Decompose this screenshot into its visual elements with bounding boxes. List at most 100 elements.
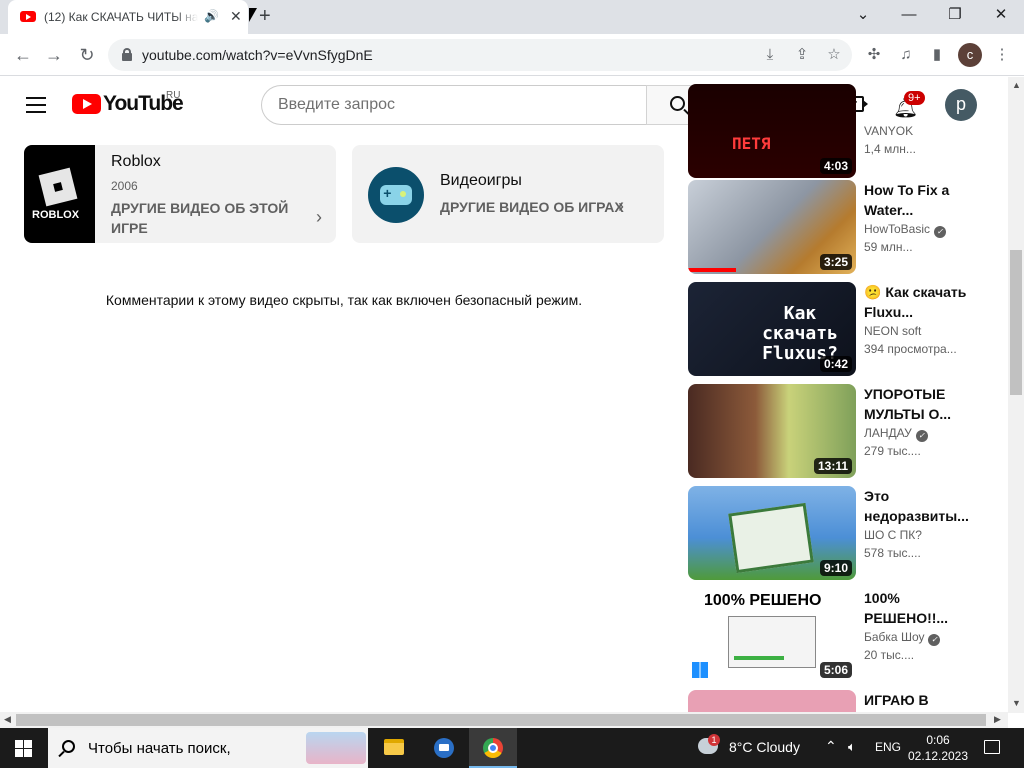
verified-check-icon: ✓ [934, 226, 947, 238]
share-icon[interactable]: ⇪ [792, 45, 812, 65]
browser-toolbar: ← → ↻ youtube.com/watch?v=eVvnSfygDnE ⤓ … [0, 34, 1024, 76]
horizontal-scroll-thumb[interactable] [16, 714, 986, 726]
install-app-icon[interactable]: ⤓ [760, 45, 780, 65]
video-thumbnail[interactable]: 9:10 [688, 486, 856, 580]
videogames-title: Видеоигры [440, 172, 522, 189]
recommended-video-5[interactable]: 9:10 Это недоразвиты... ШО С ПК? 578 тыс… [688, 486, 998, 580]
video-title[interactable]: УПОРОТЫЕ МУЛЬТЫ О... [864, 384, 968, 424]
gamepad-icon [368, 167, 424, 223]
video-thumbnail[interactable]: ПЕТЯ 4:03 [688, 84, 856, 178]
taskbar-thunderbird[interactable] [420, 728, 468, 768]
browser-tab[interactable]: (12) Как СКАЧАТЬ ЧИТЫ на 🔊 ✕ [8, 0, 248, 34]
channel-name[interactable]: ЛАНДАУ ✓ [864, 426, 974, 442]
taskbar-file-explorer[interactable] [370, 728, 418, 768]
search-icon [62, 740, 75, 753]
taskbar-chrome[interactable] [469, 728, 517, 768]
roblox-more-videos-link[interactable]: ДРУГИЕ ВИДЕО ОБ ЭТОЙ ИГРЕ [111, 198, 301, 238]
windows-start-icon[interactable] [15, 740, 32, 757]
audio-playing-icon[interactable]: 🔊 [204, 9, 219, 23]
videogames-more-videos-link[interactable]: ДРУГИЕ ВИДЕО ОБ ИГРАХ [440, 197, 624, 217]
recommended-video-3[interactable]: Как скачать Fluxus? 0:42 😕 Как скачать F… [688, 282, 998, 376]
tab-close-icon[interactable]: ✕ [230, 8, 242, 25]
url-text[interactable]: youtube.com/watch?v=eVvnSfygDnE [142, 47, 373, 63]
view-count: 59 млн... [864, 240, 913, 254]
scroll-right-arrow-icon[interactable]: ▶ [994, 714, 1001, 725]
channel-name[interactable]: Бабка Шоу ✓ [864, 630, 974, 646]
new-tab-button[interactable]: + [259, 5, 271, 28]
back-button[interactable]: ← [12, 44, 34, 66]
video-title[interactable]: Это недоразвиты... [864, 486, 969, 526]
windows-logo-icon [692, 662, 708, 678]
taskbar-clock[interactable]: 0:06 02.12.2023 [905, 732, 971, 764]
country-code: RU [166, 90, 181, 101]
video-title[interactable]: ИГРАЮ В [864, 690, 968, 710]
video-title[interactable]: 😕 Как скачать Fluxu... [864, 282, 968, 322]
watch-progress-bar [688, 268, 736, 272]
side-panel-icon[interactable]: ▮ [927, 45, 947, 65]
video-title[interactable]: 100% РЕШЕНО!!... [864, 588, 968, 628]
close-window-button[interactable]: ✕ [986, 4, 1016, 28]
mouse-cursor-icon [249, 8, 257, 22]
video-thumbnail[interactable]: 13:11 [688, 384, 856, 478]
extensions-puzzle-icon[interactable]: ✣ [864, 45, 884, 65]
tab-search-chevron-icon[interactable]: ⌄ [848, 4, 878, 28]
tux-screen-image [728, 502, 814, 574]
vertical-scrollbar[interactable] [1008, 77, 1024, 713]
recommended-video-2[interactable]: 3:25 How To Fix a Water... HowToBasic ✓ 5… [688, 180, 998, 274]
mail-app-icon [434, 738, 454, 758]
volume-icon[interactable]: 🔈︎ [848, 739, 856, 755]
clock-date: 02.12.2023 [907, 749, 969, 763]
tray-chevron-up-icon[interactable]: ⌃ [825, 738, 837, 755]
youtube-logo-icon[interactable] [72, 94, 101, 114]
video-thumbnail[interactable]: Как скачать Fluxus? 0:42 [688, 282, 856, 376]
chrome-icon [483, 738, 503, 758]
windows-taskbar: Чтобы начать поиск, 1 8°C Cloudy ⌃ 🔈︎ EN… [0, 728, 1024, 768]
view-count: 1,4 млн... [864, 142, 916, 156]
recommended-video-1[interactable]: ПЕТЯ 4:03 VANYOK 1,4 млн... [688, 84, 998, 178]
media-controls-icon[interactable]: ♫ [896, 45, 916, 65]
comments-disabled-notice: Комментарии к этому видео скрыты, так ка… [105, 292, 583, 308]
recommended-video-7[interactable]: ИГРАЮ В [688, 690, 998, 712]
scroll-left-arrow-icon[interactable]: ◀ [4, 714, 11, 725]
thumbnail-caption: ПЕТЯ [732, 134, 771, 153]
roblox-game-card[interactable]: ROBLOX Roblox 2006 ДРУГИЕ ВИДЕО ОБ ЭТОЙ … [24, 145, 336, 243]
browser-profile-avatar[interactable]: c [958, 43, 982, 67]
channel-name[interactable]: VANYOK [864, 124, 974, 138]
channel-name[interactable]: ШО С ПК? [864, 528, 974, 542]
search-box [261, 85, 647, 125]
browser-menu-icon[interactable]: ⋮ [992, 45, 1012, 65]
channel-name[interactable]: HowToBasic ✓ [864, 222, 974, 238]
notification-center-icon[interactable] [984, 740, 1000, 754]
address-bar[interactable]: youtube.com/watch?v=eVvnSfygDnE ⤓ ⇪ ☆ [108, 39, 852, 71]
scroll-down-arrow-icon[interactable]: ▼ [1012, 698, 1021, 708]
lock-icon[interactable] [122, 48, 132, 61]
reload-button[interactable]: ↻ [76, 44, 98, 66]
video-title[interactable]: How To Fix a Water... [864, 180, 968, 220]
minimize-button[interactable]: — [894, 4, 924, 28]
roblox-title: Roblox [111, 153, 161, 170]
channel-name[interactable]: NEON soft [864, 324, 974, 338]
recommended-video-4[interactable]: 13:11 УПОРОТЫЕ МУЛЬТЫ О... ЛАНДАУ ✓ 279 т… [688, 384, 998, 478]
video-thumbnail[interactable]: 3:25 [688, 180, 856, 274]
thumbnail-caption: Как скачать Fluxus? [762, 303, 838, 364]
vertical-scroll-thumb[interactable] [1010, 250, 1022, 395]
input-language[interactable]: ENG [875, 740, 901, 754]
chevron-right-icon: › [618, 196, 624, 216]
view-count: 578 тыс.... [864, 546, 921, 560]
search-input[interactable] [278, 96, 628, 114]
taskbar-search-box[interactable]: Чтобы начать поиск, [48, 728, 368, 768]
forward-button[interactable]: → [43, 44, 65, 66]
guide-menu-icon[interactable] [26, 97, 46, 113]
taskbar-search-placeholder: Чтобы начать поиск, [88, 740, 231, 757]
scroll-up-arrow-icon[interactable]: ▲ [1012, 80, 1021, 90]
videogames-card[interactable]: Видеоигры ДРУГИЕ ВИДЕО ОБ ИГРАХ › [352, 145, 664, 243]
recommended-video-6[interactable]: 100% РЕШЕНО 5:06 100% РЕШЕНО!!... Бабка … [688, 588, 998, 682]
weather-text[interactable]: 8°C Cloudy [729, 739, 800, 755]
search-highlight-image [306, 732, 366, 764]
bookmark-star-icon[interactable]: ☆ [824, 45, 844, 65]
video-thumbnail[interactable]: 100% РЕШЕНО 5:06 [688, 588, 856, 682]
video-thumbnail[interactable] [688, 690, 856, 712]
roblox-logo-icon [38, 167, 78, 207]
view-count: 279 тыс.... [864, 444, 921, 458]
restore-button[interactable]: ❐ [940, 4, 970, 28]
